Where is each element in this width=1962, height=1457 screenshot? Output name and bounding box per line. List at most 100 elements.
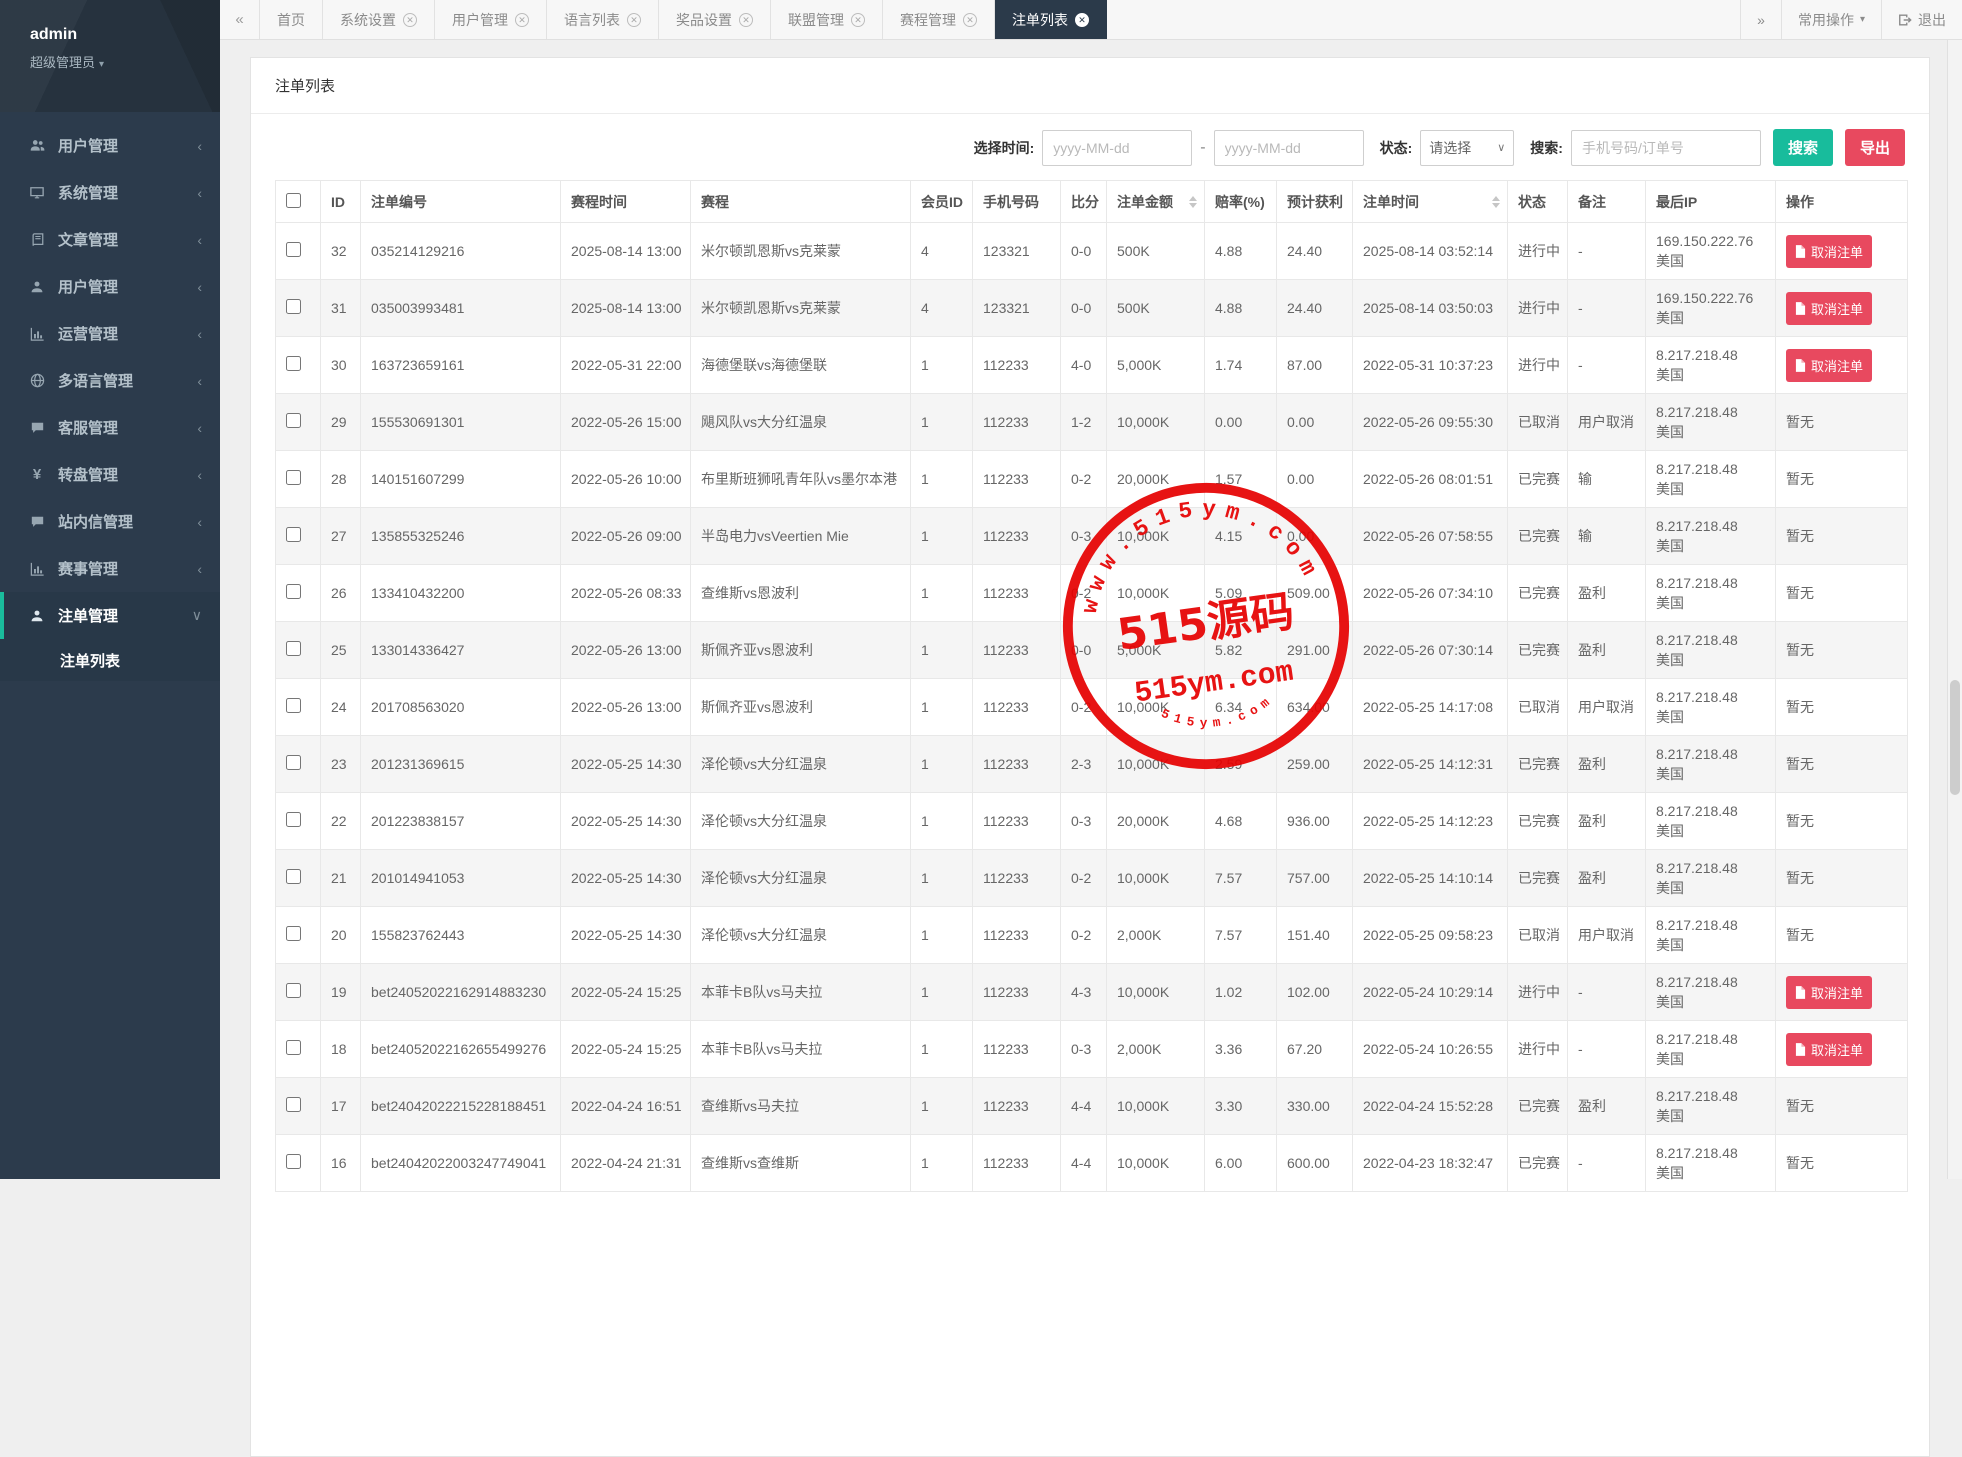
sidebar-item-7[interactable]: 客服管理‹ (0, 404, 220, 451)
row-checkbox[interactable] (286, 812, 301, 827)
cell-last-ip: 8.217.218.48美国 (1646, 1135, 1776, 1192)
row-checkbox[interactable] (286, 983, 301, 998)
cell-score: 0-0 (1061, 622, 1107, 679)
sidebar-item-2[interactable]: 系统管理‹ (0, 169, 220, 216)
orders-table-wrap: ID注单编号赛程时间赛程会员ID手机号码比分注单金额赔率(%)预计获利注单时间状… (251, 180, 1929, 1216)
cancel-order-button[interactable]: 取消注单 (1786, 349, 1872, 382)
cell-last-ip: 8.217.218.48美国 (1646, 1021, 1776, 1078)
cell-phone: 112233 (973, 1135, 1061, 1192)
scrollbar-thumb[interactable] (1950, 680, 1960, 795)
sidebar-item-11[interactable]: 注单管理∨ (0, 592, 220, 639)
tabbar-right: » 常用操作 ▾ 退出 (1740, 0, 1962, 39)
date-from-input[interactable] (1042, 130, 1192, 166)
row-checkbox[interactable] (286, 755, 301, 770)
sidebar-item-9[interactable]: 站内信管理‹ (0, 498, 220, 545)
sidebar-item-8[interactable]: ¥转盘管理‹ (0, 451, 220, 498)
sidebar-item-label: 客服管理 (58, 417, 118, 438)
cell-profit: 67.20 (1277, 1021, 1353, 1078)
close-icon[interactable]: ✕ (627, 13, 641, 27)
select-all-checkbox[interactable] (286, 193, 301, 208)
column-header-赛程: 赛程 (691, 181, 911, 223)
close-icon[interactable]: ✕ (1075, 13, 1089, 27)
vertical-scrollbar[interactable] (1947, 40, 1962, 1179)
tabs-scroll-right-button[interactable]: » (1740, 0, 1781, 39)
comment-icon (28, 420, 46, 436)
cell-action: 暂无 (1776, 679, 1908, 736)
close-icon[interactable]: ✕ (403, 13, 417, 27)
cell-member_id: 4 (911, 223, 973, 280)
row-checkbox[interactable] (286, 1154, 301, 1169)
cancel-order-button[interactable]: 取消注单 (1786, 976, 1872, 1009)
row-checkbox[interactable] (286, 413, 301, 428)
sidebar-item-label: 运营管理 (58, 323, 118, 344)
tab-语言列表[interactable]: 语言列表✕ (547, 0, 659, 39)
row-checkbox[interactable] (286, 584, 301, 599)
row-checkbox[interactable] (286, 527, 301, 542)
sidebar-subitem-注单列表[interactable]: 注单列表 (0, 639, 220, 681)
row-checkbox[interactable] (286, 926, 301, 941)
cell-match_time: 2022-05-26 08:33 (561, 565, 691, 622)
cell-order_no: 133410432200 (361, 565, 561, 622)
tab-注单列表[interactable]: 注单列表✕ (995, 0, 1107, 39)
cell-remark: 输 (1568, 508, 1646, 565)
sidebar-item-5[interactable]: 运营管理‹ (0, 310, 220, 357)
row-checkbox[interactable] (286, 1040, 301, 1055)
cancel-order-button[interactable]: 取消注单 (1786, 1033, 1872, 1066)
row-checkbox[interactable] (286, 869, 301, 884)
tab-首页[interactable]: 首页 (260, 0, 323, 39)
tab-赛程管理[interactable]: 赛程管理✕ (883, 0, 995, 39)
cell-action: 暂无 (1776, 622, 1908, 679)
tab-系统设置[interactable]: 系统设置✕ (323, 0, 435, 39)
close-icon[interactable]: ✕ (851, 13, 865, 27)
close-icon[interactable]: ✕ (515, 13, 529, 27)
cell-profit: 151.40 (1277, 907, 1353, 964)
cell-action: 暂无 (1776, 850, 1908, 907)
cell-order_time: 2022-05-25 14:12:31 (1353, 736, 1508, 793)
tabs-scroll-left-button[interactable]: « (220, 0, 260, 39)
row-checkbox[interactable] (286, 299, 301, 314)
cell-match_time: 2022-05-26 09:00 (561, 508, 691, 565)
logout-button[interactable]: 退出 (1881, 0, 1962, 39)
sidebar-item-3[interactable]: 文章管理‹ (0, 216, 220, 263)
date-to-input[interactable] (1214, 130, 1364, 166)
column-header-注单时间[interactable]: 注单时间 (1353, 181, 1508, 223)
cancel-order-button[interactable]: 取消注单 (1786, 292, 1872, 325)
row-checkbox[interactable] (286, 641, 301, 656)
cell-action: 暂无 (1776, 508, 1908, 565)
close-icon[interactable]: ✕ (739, 13, 753, 27)
cell-action: 取消注单 (1776, 1021, 1908, 1078)
row-checkbox[interactable] (286, 470, 301, 485)
export-button[interactable]: 导出 (1845, 129, 1905, 166)
row-checkbox[interactable] (286, 242, 301, 257)
close-icon[interactable]: ✕ (963, 13, 977, 27)
tab-用户管理[interactable]: 用户管理✕ (435, 0, 547, 39)
sort-icon[interactable] (1189, 196, 1197, 208)
search-input[interactable] (1571, 130, 1761, 166)
quick-actions-dropdown[interactable]: 常用操作 ▾ (1781, 0, 1881, 39)
table-row-21: 212010149410532022-05-25 14:30泽伦顿vs大分红温泉… (276, 850, 1908, 907)
sidebar-item-10[interactable]: 赛事管理‹ (0, 545, 220, 592)
cancel-order-button[interactable]: 取消注单 (1786, 235, 1872, 268)
row-checkbox[interactable] (286, 698, 301, 713)
sort-icon[interactable] (1492, 196, 1500, 208)
admin-role-dropdown[interactable]: 超级管理员▾ (30, 52, 220, 71)
row-checkbox[interactable] (286, 356, 301, 371)
status-select[interactable]: 请选择 ∨ (1420, 130, 1514, 166)
column-header-注单金额[interactable]: 注单金额 (1107, 181, 1205, 223)
tab-奖品设置[interactable]: 奖品设置✕ (659, 0, 771, 39)
search-button[interactable]: 搜索 (1773, 129, 1833, 166)
row-checkbox[interactable] (286, 1097, 301, 1112)
cell-score: 0-0 (1061, 280, 1107, 337)
tab-联盟管理[interactable]: 联盟管理✕ (771, 0, 883, 39)
sidebar-item-4[interactable]: 用户管理‹ (0, 263, 220, 310)
cell-profit: 102.00 (1277, 964, 1353, 1021)
column-header-手机号码: 手机号码 (973, 181, 1061, 223)
cell-order_no: 135855325246 (361, 508, 561, 565)
cell-member_id: 1 (911, 394, 973, 451)
sidebar-item-6[interactable]: 多语言管理‹ (0, 357, 220, 404)
cell-odds: 3.36 (1205, 1021, 1277, 1078)
sidebar-item-1[interactable]: 用户管理‹ (0, 122, 220, 169)
cell-order_no: 155530691301 (361, 394, 561, 451)
table-row-18: 18bet240520221626554992762022-05-24 15:2… (276, 1021, 1908, 1078)
cell-order_time: 2022-05-25 14:17:08 (1353, 679, 1508, 736)
